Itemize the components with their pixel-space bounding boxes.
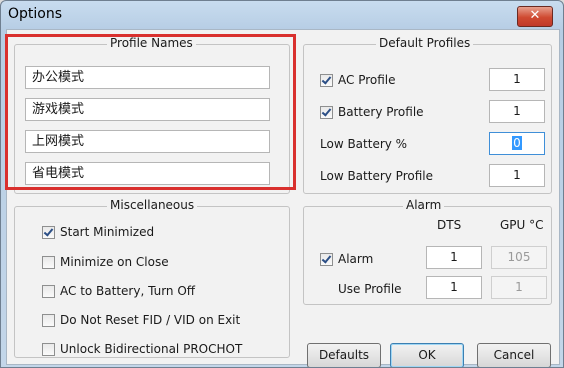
start-minimized-label: Start Minimized bbox=[60, 225, 155, 239]
alarm-title: Alarm bbox=[403, 198, 445, 212]
defaults-button[interactable]: Defaults bbox=[307, 343, 381, 367]
battery-profile-label: Battery Profile bbox=[338, 105, 424, 119]
unlock-prochot-checkbox[interactable]: Unlock Bidirectional PROCHOT bbox=[42, 342, 242, 356]
minimize-on-close-check-icon bbox=[42, 255, 55, 269]
start-minimized-checkbox[interactable]: Start Minimized bbox=[42, 225, 154, 239]
minimize-on-close-label: Minimize on Close bbox=[60, 255, 169, 269]
ac-to-battery-label: AC to Battery, Turn Off bbox=[60, 284, 196, 298]
default-profiles-group: Default Profiles AC Profile 1 Battery Pr… bbox=[303, 36, 552, 194]
ac-to-battery-checkbox[interactable]: AC to Battery, Turn Off bbox=[42, 284, 195, 298]
profile-name-field-3[interactable]: 上网模式 bbox=[25, 130, 270, 153]
close-button[interactable]: ✕ bbox=[517, 6, 553, 27]
alarm-dts-value[interactable]: 1 bbox=[426, 246, 482, 269]
alarm-label: Alarm bbox=[338, 252, 374, 266]
dialog-client-area: Profile Names 办公模式 游戏模式 上网模式 省电模式 Defaul… bbox=[6, 29, 560, 367]
use-profile-label: Use Profile bbox=[338, 282, 402, 296]
ac-profile-checkbox[interactable]: AC Profile bbox=[320, 73, 396, 87]
profile-name-field-1[interactable]: 办公模式 bbox=[25, 66, 270, 89]
window-title: Options bbox=[8, 6, 63, 22]
low-battery-profile-value[interactable]: 1 bbox=[489, 164, 545, 187]
close-icon: ✕ bbox=[529, 8, 541, 23]
alarm-gpu-value: 105 bbox=[491, 246, 547, 269]
profile-name-field-2[interactable]: 游戏模式 bbox=[25, 98, 270, 121]
ac-profile-check-icon bbox=[320, 73, 333, 87]
title-bar[interactable]: Options ✕ bbox=[1, 1, 563, 29]
low-battery-pct-input[interactable]: 0 bbox=[489, 132, 545, 155]
do-not-reset-fid-vid-checkbox[interactable]: Do Not Reset FID / VID on Exit bbox=[42, 313, 240, 327]
use-profile-gpu-value: 1 bbox=[491, 276, 547, 299]
battery-profile-check-icon bbox=[320, 105, 333, 119]
miscellaneous-group: Miscellaneous Start Minimized Minimize o… bbox=[14, 198, 290, 358]
low-battery-profile-label: Low Battery Profile bbox=[320, 169, 433, 183]
do-not-reset-fid-vid-check-icon bbox=[42, 313, 55, 327]
profile-name-field-4[interactable]: 省电模式 bbox=[25, 162, 270, 185]
cancel-button[interactable]: Cancel bbox=[477, 343, 551, 367]
low-battery-pct-label: Low Battery % bbox=[320, 137, 408, 151]
miscellaneous-title: Miscellaneous bbox=[107, 198, 198, 212]
ac-profile-label: AC Profile bbox=[338, 73, 396, 87]
do-not-reset-fid-vid-label: Do Not Reset FID / VID on Exit bbox=[60, 313, 241, 327]
profile-names-group: Profile Names 办公模式 游戏模式 上网模式 省电模式 bbox=[14, 36, 290, 194]
alarm-check-icon bbox=[320, 252, 333, 266]
unlock-prochot-label: Unlock Bidirectional PROCHOT bbox=[60, 342, 243, 356]
use-profile-dts-value[interactable]: 1 bbox=[426, 276, 482, 299]
unlock-prochot-check-icon bbox=[42, 342, 55, 356]
dts-column-header: DTS bbox=[437, 218, 462, 232]
alarm-group: Alarm DTS GPU °C Alarm 1 105 Use Profile… bbox=[303, 198, 552, 305]
battery-profile-value[interactable]: 1 bbox=[489, 100, 545, 123]
gpu-column-header: GPU °C bbox=[500, 218, 544, 232]
battery-profile-checkbox[interactable]: Battery Profile bbox=[320, 105, 424, 119]
ac-profile-value[interactable]: 1 bbox=[489, 68, 545, 91]
profile-names-title: Profile Names bbox=[107, 36, 196, 50]
minimize-on-close-checkbox[interactable]: Minimize on Close bbox=[42, 255, 169, 269]
low-battery-pct-value: 0 bbox=[512, 136, 522, 150]
options-window: Options ✕ Profile Names 办公模式 游戏模式 上网模式 省… bbox=[0, 0, 564, 368]
ac-to-battery-check-icon bbox=[42, 284, 55, 298]
default-profiles-title: Default Profiles bbox=[376, 36, 474, 50]
start-minimized-check-icon bbox=[42, 225, 55, 239]
alarm-checkbox[interactable]: Alarm bbox=[320, 252, 373, 266]
ok-button[interactable]: OK bbox=[390, 343, 464, 367]
